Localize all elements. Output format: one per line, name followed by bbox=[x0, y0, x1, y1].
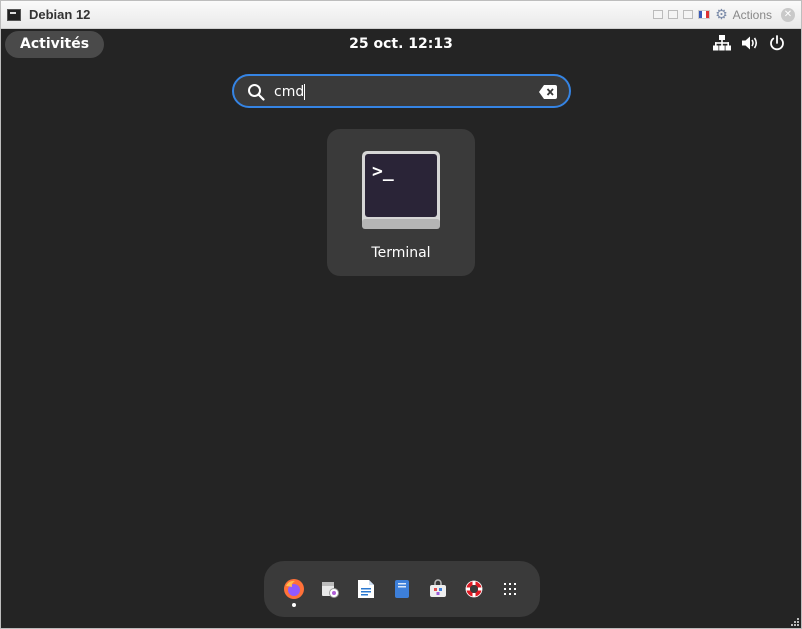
vm-app-icon bbox=[7, 8, 21, 21]
power-icon[interactable] bbox=[769, 35, 785, 51]
dock-software[interactable] bbox=[426, 577, 450, 601]
gear-icon[interactable]: ⚙ bbox=[715, 8, 728, 22]
running-indicator bbox=[292, 603, 296, 607]
system-menu[interactable] bbox=[713, 35, 785, 51]
clear-search-icon[interactable] bbox=[539, 85, 557, 99]
dock-firefox[interactable] bbox=[282, 577, 306, 607]
gnome-overview: Activités 25 oct. 12:13 cmd >_ Terminal bbox=[1, 29, 801, 628]
clock[interactable]: 25 oct. 12:13 bbox=[1, 36, 801, 52]
notes-icon bbox=[395, 580, 409, 598]
vm-window: Debian 12 ⚙ Actions ✕ Activités 25 oct. … bbox=[0, 0, 802, 629]
search-entry[interactable] bbox=[232, 74, 571, 108]
text-caret bbox=[304, 84, 305, 100]
search-icon bbox=[248, 84, 265, 101]
close-icon[interactable]: ✕ bbox=[781, 7, 795, 22]
dock-help[interactable] bbox=[462, 577, 486, 601]
software-icon bbox=[430, 579, 446, 597]
terminal-icon: >_ bbox=[362, 151, 440, 229]
window-tile-icon[interactable] bbox=[653, 10, 664, 19]
dock-evolution[interactable] bbox=[318, 577, 342, 601]
dock-writer[interactable] bbox=[354, 577, 378, 601]
network-wired-icon[interactable] bbox=[713, 35, 731, 51]
writer-icon bbox=[358, 580, 374, 598]
evolution-icon bbox=[322, 582, 339, 598]
top-bar: Activités 25 oct. 12:13 bbox=[1, 29, 801, 61]
vm-titlebar[interactable]: Debian 12 ⚙ Actions ✕ bbox=[1, 1, 801, 29]
window-maximize-icon[interactable] bbox=[683, 10, 694, 19]
vm-toolbar: ⚙ Actions ✕ bbox=[653, 7, 795, 22]
firefox-icon bbox=[284, 579, 304, 599]
show-apps-icon bbox=[504, 583, 516, 595]
window-minimize-icon[interactable] bbox=[668, 10, 679, 19]
dock-notes[interactable] bbox=[390, 577, 414, 601]
help-icon bbox=[465, 580, 483, 598]
search-result-terminal[interactable]: >_ Terminal bbox=[327, 129, 475, 276]
result-label: Terminal bbox=[371, 245, 431, 261]
actions-menu[interactable]: Actions bbox=[733, 8, 772, 22]
volume-icon[interactable] bbox=[741, 35, 759, 51]
dash bbox=[264, 561, 540, 617]
resize-grip-icon[interactable] bbox=[789, 616, 799, 626]
dock-show-apps[interactable] bbox=[498, 577, 522, 601]
svg-text:>_: >_ bbox=[372, 161, 394, 182]
search-input[interactable] bbox=[274, 82, 524, 102]
vm-title: Debian 12 bbox=[29, 7, 91, 22]
french-flag-icon[interactable] bbox=[698, 10, 711, 19]
